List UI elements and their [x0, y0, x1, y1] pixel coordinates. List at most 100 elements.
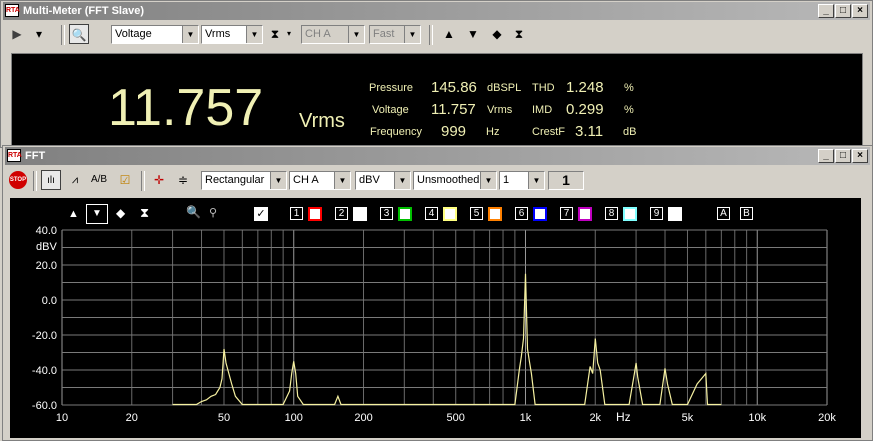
waveform-icon[interactable]: ⩘: [65, 170, 85, 190]
distortion-value: 1.248: [566, 79, 604, 96]
y-tick-label: 0.0: [42, 295, 57, 307]
close-button[interactable]: ×: [852, 4, 868, 18]
chevron-down-icon[interactable]: ▼: [270, 172, 286, 189]
chevron-down-icon[interactable]: ▼: [348, 26, 364, 43]
averages-select[interactable]: 1 ▼: [499, 171, 545, 190]
chevron-down-icon[interactable]: ▼: [404, 26, 420, 43]
averages-select-value: 1: [503, 174, 510, 186]
chevron-down-icon[interactable]: ▼: [528, 172, 544, 189]
zoom-in-icon[interactable]: 🔍: [186, 205, 201, 219]
x-tick-label: 50: [218, 412, 230, 424]
smoothing-select-value: Unsmoothed: [417, 174, 480, 186]
channel-select[interactable]: CH A ▼: [301, 25, 365, 44]
toolbar-separator: [429, 25, 433, 45]
arrow-down-icon[interactable]: ▼: [463, 24, 483, 44]
chevron-down-icon[interactable]: ▼: [246, 26, 262, 43]
mode-select-value: Voltage: [115, 28, 152, 40]
legend-trace-5-number[interactable]: 5: [470, 207, 483, 220]
legend-trace-4-swatch[interactable]: [443, 207, 457, 221]
legend-trace-9-number[interactable]: 9: [650, 207, 663, 220]
fft-unit-select[interactable]: dBV ▼: [355, 171, 411, 190]
x-tick-label: 200: [354, 412, 372, 424]
arrow-updown-icon[interactable]: ◆: [487, 24, 507, 44]
channel-select-value: CH A: [305, 28, 331, 40]
ab-compare-icon[interactable]: A/B: [89, 170, 109, 190]
minimize-button[interactable]: _: [818, 149, 834, 163]
window-select[interactable]: Rectangular ▼: [201, 171, 287, 190]
legend-trace-2-swatch[interactable]: [353, 207, 367, 221]
x-tick-label: 100: [285, 412, 303, 424]
chevron-down-icon[interactable]: ▼: [394, 172, 410, 189]
legend-marker-b[interactable]: B: [740, 207, 753, 220]
zoom-out-icon[interactable]: ⚲: [209, 206, 217, 219]
chevron-down-icon[interactable]: ▼: [480, 172, 496, 189]
trace-collapse-icon[interactable]: ⧗: [140, 205, 149, 221]
smoothing-select[interactable]: Unsmoothed ▼: [413, 171, 497, 190]
mode-select[interactable]: Voltage ▼: [111, 25, 199, 44]
legend-trace-2-number[interactable]: 2: [335, 207, 348, 220]
y-tick-label: -20.0: [32, 330, 57, 342]
y-tick-label: -60.0: [32, 400, 57, 412]
trace-updown-icon[interactable]: ◆: [116, 206, 125, 220]
overlay-checkbox[interactable]: ✓: [254, 207, 268, 221]
legend-trace-8-number[interactable]: 8: [605, 207, 618, 220]
x-tick-label: 20k: [818, 412, 836, 424]
chevron-down-icon[interactable]: ▼: [334, 172, 350, 189]
legend-trace-9-swatch[interactable]: [668, 207, 682, 221]
range-icon[interactable]: ⧗: [265, 24, 285, 44]
arrow-up-icon[interactable]: ▲: [439, 24, 459, 44]
distortion-label: IMD: [532, 104, 553, 116]
legend-trace-8-swatch[interactable]: [623, 207, 637, 221]
fft-graph[interactable]: 40.0 20.0 0.0 -20.0 -40.0 -60.0 10 20 50 100 200 5…: [10, 198, 861, 438]
trace-down-icon[interactable]: ▼: [86, 204, 108, 224]
legend-trace-3-number[interactable]: 3: [380, 207, 393, 220]
multimeter-titlebar[interactable]: RTA Multi-Meter (FFT Slave) _ □ ×: [3, 2, 870, 20]
legend-trace-1-swatch[interactable]: [308, 207, 322, 221]
meter-display: 11.757 Vrms Pressure 145.86 dBSPL Voltag…: [11, 53, 863, 148]
legend-trace-4-number[interactable]: 4: [425, 207, 438, 220]
bar-graph-icon[interactable]: ılı: [41, 170, 61, 190]
legend-trace-1-number[interactable]: 1: [290, 207, 303, 220]
arrow-collapse-icon[interactable]: ⧗: [509, 24, 529, 44]
chevron-down-icon[interactable]: ▼: [182, 26, 198, 43]
distortion-value: 3.11: [575, 123, 604, 140]
stop-button[interactable]: STOP: [9, 171, 27, 189]
fft-toolbar: STOP ılı ⩘ A/B ☑ ✛ ≑ Rectangular ▼ CH A ▼ …: [5, 167, 870, 193]
app-icon: RTA: [7, 149, 22, 162]
x-tick-labels: 10 20 50 100 200 500 1k 2k 5k 10k 20k: [56, 412, 836, 424]
crosshair-icon[interactable]: ✛: [149, 170, 169, 190]
multimeter-title: Multi-Meter (FFT Slave): [23, 5, 145, 17]
legend-trace-3-swatch[interactable]: [398, 207, 412, 221]
reading-value: 999: [441, 123, 467, 140]
scale-icon[interactable]: ≑: [173, 170, 193, 190]
play-icon[interactable]: ▶: [7, 24, 27, 44]
reading-label: Frequency: [370, 126, 422, 138]
spectrum-trace: [172, 273, 722, 406]
multimeter-toolbar: ▶ ▾ 🔍 Voltage ▼ Vrms ▼ ⧗ ▾ CH A ▼ Fast ▼ ▲ ▼…: [3, 21, 870, 47]
close-button[interactable]: ×: [852, 149, 868, 163]
maximize-button[interactable]: □: [835, 149, 851, 163]
distortion-label: CrestF: [532, 126, 565, 138]
legend-trace-7-number[interactable]: 7: [560, 207, 573, 220]
minimize-button[interactable]: _: [818, 4, 834, 18]
legend-trace-6-swatch[interactable]: [533, 207, 547, 221]
zoom-icon[interactable]: 🔍: [69, 24, 89, 44]
checklist-icon[interactable]: ☑: [115, 170, 135, 190]
speed-select[interactable]: Fast ▼: [369, 25, 421, 44]
legend-trace-5-swatch[interactable]: [488, 207, 502, 221]
distortion-label: THD: [532, 82, 555, 94]
legend-marker-a[interactable]: A: [717, 207, 730, 220]
speed-select-value: Fast: [373, 28, 395, 40]
y-tick-label: 20.0: [36, 260, 57, 272]
dropdown-arrow-icon[interactable]: ▾: [283, 24, 295, 44]
dropdown-arrow-icon[interactable]: ▾: [29, 24, 49, 44]
fft-channel-select[interactable]: CH A ▼: [289, 171, 351, 190]
legend-trace-6-number[interactable]: 6: [515, 207, 528, 220]
toolbar-separator: [141, 171, 145, 191]
fft-titlebar[interactable]: RTA FFT _ □ ×: [5, 147, 870, 165]
trace-up-icon[interactable]: ▲: [68, 208, 79, 220]
unit-select[interactable]: Vrms ▼: [201, 25, 263, 44]
fft-unit-select-value: dBV: [359, 174, 380, 186]
legend-trace-7-swatch[interactable]: [578, 207, 592, 221]
maximize-button[interactable]: □: [835, 4, 851, 18]
